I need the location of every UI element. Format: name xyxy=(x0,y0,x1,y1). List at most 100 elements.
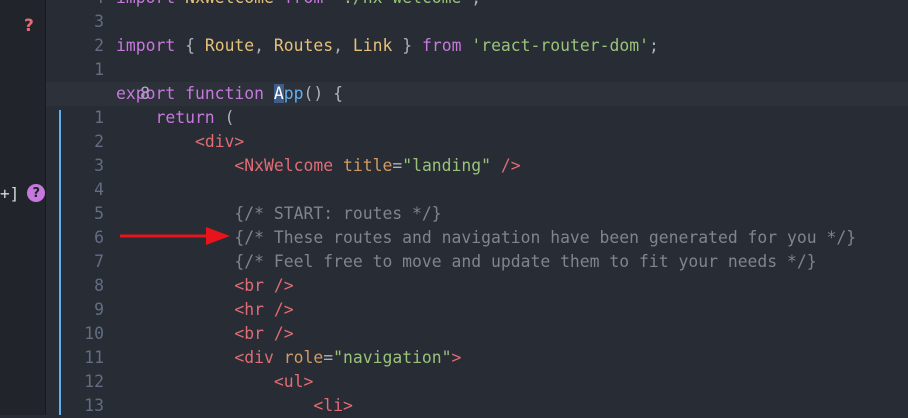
code-token: title xyxy=(342,156,393,175)
line-number: 1 xyxy=(94,60,104,79)
line-number: 1 xyxy=(94,108,104,127)
code-token: } xyxy=(392,36,422,55)
code-token: {/* These routes and navigation have bee… xyxy=(234,228,857,247)
code-token: = xyxy=(392,156,403,175)
code-token: NxWelcome xyxy=(185,0,284,7)
code-line[interactable]: 11 <div role="navigation"> xyxy=(0,346,908,370)
code-token: "navigation" xyxy=(333,348,452,367)
code-token: {/* START: routes */} xyxy=(234,204,442,223)
code-text[interactable]: <div role="navigation"> xyxy=(116,346,461,370)
code-line-active[interactable]: 8 export function App() { xyxy=(46,82,908,106)
code-token: Routes xyxy=(273,36,334,55)
code-token: pp xyxy=(283,84,304,103)
line-number: 5 xyxy=(94,204,104,223)
line-number: 6 xyxy=(94,228,104,247)
line-number: 8 xyxy=(94,276,104,295)
code-token: > xyxy=(451,348,462,367)
code-token: /> xyxy=(491,156,521,175)
code-token: from xyxy=(421,36,472,55)
code-token: './nx-welcome' xyxy=(333,0,471,7)
code-text[interactable]: <div> xyxy=(116,130,244,154)
code-token: () { xyxy=(303,84,343,103)
code-line[interactable]: 2 import { Route, Routes, Link } from 're… xyxy=(0,34,908,58)
code-token: ; xyxy=(471,0,481,7)
code-token: , xyxy=(254,36,274,55)
line-number: 12 xyxy=(84,372,104,391)
text-cursor-selection: A xyxy=(273,84,284,103)
code-token: {/* Feel free to move and update them to… xyxy=(234,252,817,271)
code-token: Link xyxy=(352,36,393,55)
code-text[interactable]: <br /> xyxy=(116,322,294,346)
code-token: ( xyxy=(224,108,235,127)
code-line[interactable]: 2 <div> xyxy=(0,130,908,154)
code-token: { xyxy=(185,36,205,55)
code-line[interactable]: 8 <br /> xyxy=(0,274,908,298)
code-line[interactable]: 4 import NxWelcome from './nx-welcome'; xyxy=(0,0,908,10)
code-token: <ul> xyxy=(273,372,314,391)
code-line[interactable]: 3 xyxy=(0,10,908,34)
code-token: import xyxy=(116,0,185,7)
code-text[interactable]: <hr /> xyxy=(116,298,294,322)
code-token: = xyxy=(323,348,334,367)
code-line[interactable]: 7 {/* Feel free to move and update them … xyxy=(0,250,908,274)
code-token: Route xyxy=(204,36,255,55)
code-token: <NxWelcome xyxy=(234,156,343,175)
line-number: 3 xyxy=(94,12,104,31)
code-line[interactable]: 9 <hr /> xyxy=(0,298,908,322)
code-token: role xyxy=(283,348,324,367)
code-token: function xyxy=(185,84,274,103)
code-line[interactable]: 13 <li> xyxy=(0,394,908,418)
code-token: from xyxy=(284,0,333,7)
line-number: 4 xyxy=(44,0,104,10)
code-token: import xyxy=(116,36,186,55)
line-number: 3 xyxy=(94,156,104,175)
line-number: 9 xyxy=(94,300,104,319)
code-line[interactable]: 5 {/* START: routes */} xyxy=(0,202,908,226)
code-line[interactable]: 1 return ( xyxy=(0,106,908,130)
code-line[interactable]: 1 xyxy=(0,58,908,82)
line-number: 2 xyxy=(94,36,104,55)
vcs-change-bar xyxy=(59,110,61,415)
code-token: <br /> xyxy=(234,276,294,295)
line-number: 7 xyxy=(94,252,104,271)
code-text[interactable]: import { Route, Routes, Link } from 'rea… xyxy=(116,34,659,58)
code-token: "landing" xyxy=(402,156,492,175)
code-line[interactable]: 4 xyxy=(0,178,908,202)
code-text[interactable]: {/* START: routes */} xyxy=(116,202,442,226)
code-token: export xyxy=(116,84,186,103)
code-text[interactable]: <br /> xyxy=(116,274,294,298)
code-text[interactable]: import NxWelcome from './nx-welcome'; xyxy=(116,0,481,10)
code-token: <hr /> xyxy=(234,300,294,319)
code-token: ; xyxy=(648,36,659,55)
line-number: 13 xyxy=(84,396,104,415)
code-text[interactable]: export function App() { xyxy=(116,82,343,106)
code-line[interactable]: 3 <NxWelcome title="landing" /> xyxy=(0,154,908,178)
code-text[interactable]: {/* Feel free to move and update them to… xyxy=(116,250,817,274)
code-line[interactable]: 10 <br /> xyxy=(0,322,908,346)
code-token: , xyxy=(333,36,353,55)
line-number: 10 xyxy=(84,324,104,343)
code-token: return xyxy=(116,108,225,127)
red-arrow-annotation xyxy=(120,227,230,245)
code-token: <br /> xyxy=(234,324,294,343)
code-text[interactable]: <ul> xyxy=(116,370,313,394)
code-text[interactable]: <li> xyxy=(116,394,353,418)
code-line[interactable]: 12 <ul> xyxy=(0,370,908,394)
code-token: <div xyxy=(234,348,284,367)
line-number: 4 xyxy=(94,180,104,199)
code-text[interactable]: <NxWelcome title="landing" /> xyxy=(116,154,521,178)
code-text[interactable]: return ( xyxy=(116,106,234,130)
line-number: 2 xyxy=(94,132,104,151)
code-token: <div> xyxy=(194,132,245,151)
code-token: <li> xyxy=(313,396,353,415)
line-number: 11 xyxy=(84,348,104,367)
